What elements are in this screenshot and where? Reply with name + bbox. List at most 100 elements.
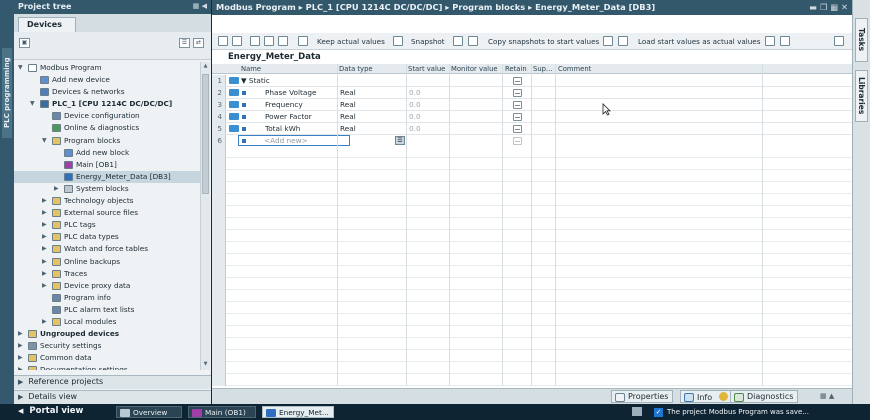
copy-snapshot-icon[interactable] bbox=[603, 36, 613, 46]
tab-libraries[interactable]: Libraries bbox=[855, 70, 868, 122]
retain-checkbox[interactable] bbox=[513, 113, 522, 121]
variable-data-type[interactable]: Real bbox=[340, 100, 356, 110]
variable-name[interactable]: Total kWh bbox=[265, 124, 300, 134]
expand-right-icon[interactable]: ▶ bbox=[42, 243, 50, 255]
table-row[interactable]: 3 Frequency Real 0.0 bbox=[212, 99, 852, 111]
details-view-section[interactable]: ▶ Details view bbox=[14, 390, 211, 404]
tree-scrollbar[interactable]: ▲ ▼ bbox=[200, 62, 210, 370]
expand-right-icon[interactable]: ▶ bbox=[42, 268, 50, 280]
variable-name[interactable]: Power Factor bbox=[265, 112, 312, 122]
expand-right-icon[interactable]: ▶ bbox=[18, 364, 26, 370]
expand-down-icon[interactable]: ▼ bbox=[30, 98, 38, 110]
table-row[interactable]: 4 Power Factor Real 0.0 bbox=[212, 111, 852, 123]
window-controls-icon[interactable]: ▬ ❐ ▦ ✕ bbox=[809, 2, 848, 12]
tree-item[interactable]: ▶ Online backups bbox=[14, 256, 200, 268]
collapse-panel-icon[interactable]: ▦ ◀ bbox=[193, 2, 207, 10]
tree-item[interactable]: Online & diagnostics bbox=[14, 122, 200, 134]
scroll-down-icon[interactable]: ▼ bbox=[202, 361, 209, 369]
scroll-thumb[interactable] bbox=[202, 74, 209, 194]
new-group-icon[interactable]: ▣ bbox=[19, 38, 30, 48]
tree-item[interactable]: ▶ Traces bbox=[14, 268, 200, 280]
tab-info[interactable]: Info bbox=[680, 390, 733, 403]
tree-item[interactable]: ▶ Security settings bbox=[14, 340, 200, 352]
tree-item[interactable]: ▶ Local modules bbox=[14, 316, 200, 328]
collapse-all-icon[interactable] bbox=[264, 36, 274, 46]
portal-task-button[interactable]: Main (OB1) bbox=[188, 406, 256, 418]
add-row-icon[interactable] bbox=[232, 36, 242, 46]
retain-checkbox[interactable] bbox=[513, 77, 522, 85]
reference-projects-section[interactable]: ▶ Reference projects bbox=[14, 375, 211, 389]
expand-right-icon[interactable]: ▶ bbox=[42, 207, 50, 219]
load-values-all-icon[interactable] bbox=[780, 36, 790, 46]
editor-settings-icon[interactable] bbox=[834, 36, 844, 46]
tree-item[interactable]: ▶ System blocks bbox=[14, 183, 200, 195]
scroll-up-icon[interactable]: ▲ bbox=[202, 63, 209, 71]
datatype-picker-icon[interactable]: ☰ bbox=[395, 136, 405, 145]
tree-item[interactable]: ▶ PLC tags bbox=[14, 219, 200, 231]
retain-checkbox[interactable] bbox=[513, 89, 522, 97]
expand-right-icon[interactable]: ▶ bbox=[42, 195, 50, 207]
table-row[interactable]: 2 Phase Voltage Real 0.0 bbox=[212, 87, 852, 99]
monitor-glasses-icon[interactable] bbox=[298, 36, 308, 46]
keep-values-icon[interactable] bbox=[393, 36, 403, 46]
load-values-icon[interactable] bbox=[765, 36, 775, 46]
variable-start-value[interactable]: 0.0 bbox=[409, 124, 421, 134]
snapshot-compare-icon[interactable] bbox=[468, 36, 478, 46]
tree-item[interactable]: ▶ Common data bbox=[14, 352, 200, 364]
tree-item[interactable]: ▶ Device proxy data bbox=[14, 280, 200, 292]
copy-snapshots-button[interactable]: Copy snapshots to start values bbox=[488, 37, 599, 46]
variable-name[interactable]: Phase Voltage bbox=[265, 88, 316, 98]
tab-properties[interactable]: Properties bbox=[611, 390, 674, 403]
plc-programming-tab[interactable]: PLC programming bbox=[2, 48, 12, 138]
tree-item[interactable]: ▼ Modbus Program bbox=[14, 62, 200, 74]
variable-start-value[interactable]: 0.0 bbox=[409, 88, 421, 98]
expand-right-icon[interactable]: ▶ bbox=[54, 183, 62, 195]
variable-start-value[interactable]: 0.0 bbox=[409, 112, 421, 122]
tree-item[interactable]: Devices & networks bbox=[14, 86, 200, 98]
variable-data-type[interactable]: Real bbox=[340, 88, 356, 98]
expand-all-icon[interactable] bbox=[250, 36, 260, 46]
tree-item[interactable]: Add new device bbox=[14, 74, 200, 86]
expand-right-icon[interactable]: ▶ bbox=[18, 352, 26, 364]
snapshot-icon[interactable] bbox=[453, 36, 463, 46]
expand-right-icon[interactable]: ▶ bbox=[42, 316, 50, 328]
tree-item[interactable]: ▶ Technology objects bbox=[14, 195, 200, 207]
tree-item[interactable]: ▶ External source files bbox=[14, 207, 200, 219]
column-data-type[interactable]: Data type bbox=[339, 65, 373, 73]
overview-toggle-icon[interactable]: ☰ bbox=[179, 38, 190, 48]
tab-devices[interactable]: Devices bbox=[18, 17, 76, 32]
insert-row-icon[interactable] bbox=[218, 36, 228, 46]
load-start-values-button[interactable]: Load start values as actual values bbox=[638, 37, 760, 46]
column-start-value[interactable]: Start value bbox=[408, 65, 445, 73]
tree-item[interactable]: Add new block bbox=[14, 147, 200, 159]
tree-item[interactable]: ▶ Watch and force tables bbox=[14, 243, 200, 255]
inspector-window-controls-icon[interactable]: ▦ ▲ bbox=[820, 392, 834, 400]
expand-right-icon[interactable]: ▶ bbox=[42, 231, 50, 243]
list-view-icon[interactable] bbox=[278, 36, 288, 46]
expand-right-icon[interactable]: ▶ bbox=[42, 219, 50, 231]
tree-item[interactable]: ▶ Ungrouped devices bbox=[14, 328, 200, 340]
expand-right-icon[interactable]: ▶ bbox=[42, 256, 50, 268]
variable-start-value[interactable]: 0.0 bbox=[409, 100, 421, 110]
snapshot-button[interactable]: Snapshot bbox=[411, 37, 445, 46]
expand-down-icon[interactable]: ▼ bbox=[18, 62, 26, 74]
keep-actual-values-button[interactable]: Keep actual values bbox=[317, 37, 385, 46]
tree-item[interactable]: Device configuration bbox=[14, 110, 200, 122]
sync-icon[interactable]: ⇄ bbox=[193, 38, 204, 48]
portal-task-button[interactable]: Energy_Met... bbox=[262, 406, 334, 418]
tree-item[interactable]: ▼ PLC_1 [CPU 1214C DC/DC/DC] bbox=[14, 98, 200, 110]
tree-item[interactable]: ▶ Documentation settings bbox=[14, 364, 200, 370]
variable-name[interactable]: Frequency bbox=[265, 100, 303, 110]
retain-checkbox[interactable] bbox=[513, 125, 522, 133]
retain-checkbox[interactable] bbox=[513, 101, 522, 109]
expand-right-icon[interactable]: ▶ bbox=[18, 340, 26, 352]
portal-view-button[interactable]: ◀ Portal view bbox=[18, 406, 83, 416]
column-comment[interactable]: Comment bbox=[558, 65, 591, 73]
section-static-label[interactable]: ▼ Static bbox=[241, 76, 270, 86]
variable-data-type[interactable]: Real bbox=[340, 124, 356, 134]
copy-snapshot-all-icon[interactable] bbox=[618, 36, 628, 46]
tree-item[interactable]: Program info bbox=[14, 292, 200, 304]
portal-task-button[interactable]: Overview bbox=[116, 406, 182, 418]
tree-item[interactable]: PLC alarm text lists bbox=[14, 304, 200, 316]
tab-tasks[interactable]: Tasks bbox=[855, 18, 868, 62]
